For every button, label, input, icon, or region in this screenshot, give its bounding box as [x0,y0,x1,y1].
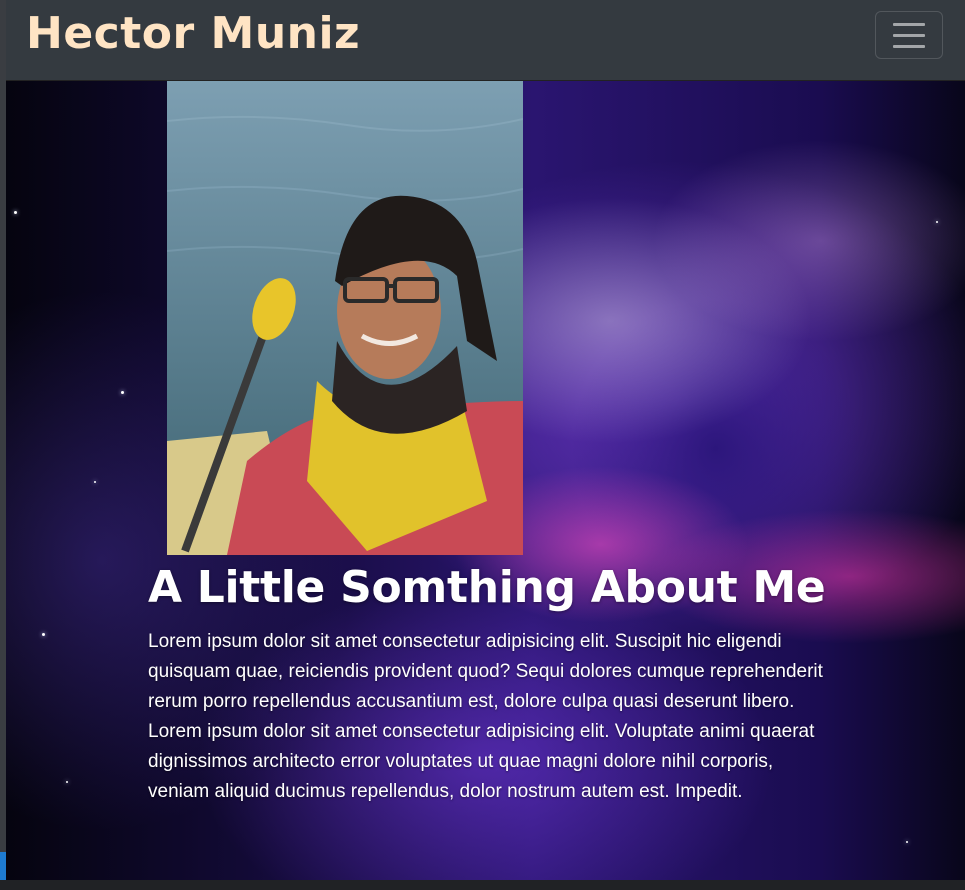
hamburger-menu-icon [893,22,925,26]
status-bar [0,880,965,890]
about-heading: A Little Somthing About Me [148,562,826,613]
star-decoration [14,211,17,214]
star-decoration [906,841,908,843]
hamburger-menu-icon-line [893,33,925,37]
star-decoration [42,633,45,636]
star-decoration [66,781,68,783]
navbar-toggler-button[interactable] [875,11,943,59]
hamburger-menu-icon-line [893,44,925,48]
navbar: Hector Muniz [6,0,965,81]
about-paragraph: Lorem ipsum dolor sit amet consectetur a… [148,631,823,802]
star-decoration [121,391,124,394]
navbar-brand[interactable]: Hector Muniz [26,4,360,64]
star-decoration [94,481,96,483]
profile-photo-illustration [167,81,523,555]
profile-photo [167,81,523,555]
star-decoration [936,221,938,223]
about-hero-section: A Little Somthing About Me Lorem ipsum d… [6,81,965,880]
